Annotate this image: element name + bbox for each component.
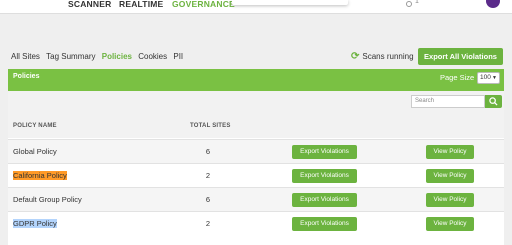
tab-pii[interactable]: PII (173, 52, 183, 61)
view-policy-button[interactable]: View Policy (426, 217, 474, 231)
nav-governance[interactable]: GOVERNANCE (172, 0, 235, 9)
column-header-total-sites[interactable]: TOTAL SITES (190, 123, 231, 129)
table-row: Global Policy 6 Export Violations View P… (8, 139, 504, 163)
policy-name: California Policy (13, 171, 67, 180)
export-all-violations-button[interactable]: Export All Violations (418, 48, 503, 65)
view-policy-button[interactable]: View Policy (426, 193, 474, 207)
search-icon (489, 97, 498, 106)
refresh-icon: ⟳ (351, 51, 360, 62)
export-violations-button[interactable]: Export Violations (292, 145, 357, 159)
search-button[interactable] (485, 95, 502, 108)
panel-title: Policies (13, 73, 40, 80)
policies-panel: Policies Page Size 100 ▼ Search POLICY N… (8, 69, 504, 245)
policy-name: GDPR Policy (13, 219, 57, 228)
view-policy-button[interactable]: View Policy (426, 145, 474, 159)
table-row: California Policy 2 Export Violations Vi… (8, 163, 504, 187)
sub-tabs: All Sites Tag Summary Policies Cookies P… (11, 52, 187, 61)
chevron-down-icon: ▼ (492, 75, 497, 81)
search-input[interactable]: Search (411, 95, 485, 108)
policy-name-cell: GDPR Policy (13, 219, 57, 228)
scan-status: ⟳ Scans running (351, 51, 414, 62)
panel-header: Policies Page Size 100 ▼ (8, 69, 504, 91)
table-row: GDPR Policy 2 Export Violations View Pol… (8, 211, 504, 235)
total-sites: 6 (205, 195, 211, 204)
export-violations-button[interactable]: Export Violations (292, 169, 357, 183)
page-size-select[interactable]: 100 ▼ (477, 72, 500, 84)
tab-tag-summary[interactable]: Tag Summary (46, 52, 95, 61)
top-nav-bar: SCANNER REALTIME GOVERNANCE 1 (0, 0, 512, 14)
tab-all-sites[interactable]: All Sites (11, 52, 40, 61)
clock-icon (406, 1, 412, 7)
dropdown-popup-edge (232, 0, 348, 5)
export-violations-button[interactable]: Export Violations (292, 193, 357, 207)
tab-policies[interactable]: Policies (102, 52, 132, 61)
page-size-label: Page Size (440, 73, 475, 82)
column-header-policy-name[interactable]: POLICY NAME (13, 123, 57, 129)
page-size-value: 100 (480, 74, 491, 81)
date-text: 1 (415, 0, 419, 5)
policy-name: Default Group Policy (13, 195, 82, 204)
view-policy-button[interactable]: View Policy (426, 169, 474, 183)
filter-area: Search POLICY NAME TOTAL SITES (8, 91, 504, 138)
table-row: Default Group Policy 6 Export Violations… (8, 187, 504, 211)
user-avatar[interactable] (486, 0, 500, 8)
nav-scanner[interactable]: SCANNER (68, 0, 111, 9)
total-sites: 6 (205, 147, 211, 156)
policy-name-cell: California Policy (13, 171, 67, 180)
export-violations-button[interactable]: Export Violations (292, 217, 357, 231)
policy-name: Global Policy (13, 147, 57, 156)
scan-status-text: Scans running (362, 52, 414, 61)
total-sites: 2 (205, 219, 211, 228)
total-sites: 2 (205, 171, 211, 180)
tab-cookies[interactable]: Cookies (138, 52, 167, 61)
nav-realtime[interactable]: REALTIME (119, 0, 163, 9)
